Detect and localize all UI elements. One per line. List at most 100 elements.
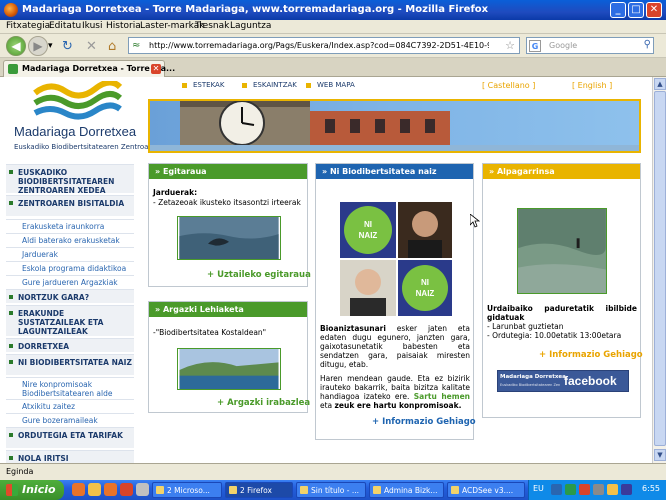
start-label[interactable]: Inicio — [22, 483, 56, 496]
nav-estekak[interactable]: ESTEKAK — [182, 81, 224, 89]
sidebar-item-eskola-programa[interactable]: Eskola programa didaktikoa — [6, 261, 134, 274]
folder-quicklaunch-icon[interactable] — [88, 483, 101, 496]
alpagarrinsa-header: Alpagarrinsa — [483, 164, 640, 179]
alpagarrinsa-line-1: - Larunbat guztietan — [487, 322, 564, 331]
sidebar-item-erakusketa-iraunkorra[interactable]: Erakusketa iraunkorra — [6, 219, 134, 232]
close-button[interactable]: ✕ — [646, 2, 662, 18]
naiz-badge-1[interactable]: NI NAIZ — [340, 202, 396, 258]
sidebar-item-jarduerak[interactable]: Jarduerak — [6, 247, 134, 260]
marsh-photo-image[interactable] — [517, 208, 607, 294]
ni-bold-1: Bioaniztasunari — [320, 324, 386, 333]
tray-icon-5[interactable] — [607, 484, 618, 495]
tray-icon-4[interactable] — [593, 484, 604, 495]
sidebar-item-nortzuk-gara[interactable]: NORTZUK GARA? — [6, 289, 134, 303]
scroll-up-icon[interactable]: ▲ — [654, 78, 666, 90]
mouse-cursor-icon — [470, 214, 480, 228]
tab-madariaga[interactable]: Madariaga Dorretxea - Torre Ma... ✕ — [3, 60, 175, 77]
language-indicator[interactable]: EU — [533, 484, 544, 493]
task-sin-titulo[interactable]: Sin título - ... — [296, 482, 366, 498]
nav-eskaintzak[interactable]: ESKAINTZAK — [242, 81, 297, 89]
spokesperson-photo-2[interactable] — [340, 260, 396, 316]
sartu-hemen-link[interactable]: Sartu hemen — [414, 392, 470, 401]
argazki-irabazlea-link[interactable]: + Argazki irabazlea — [217, 398, 310, 408]
sidebar-item-nola-iritsi[interactable]: NOLA IRITSI — [6, 450, 134, 463]
clock: 6:55 — [642, 484, 660, 493]
nav-estekak-label[interactable]: ESTEKAK — [193, 81, 224, 89]
back-button[interactable]: ◀ — [6, 36, 26, 56]
task-acdsee[interactable]: ACDSee v3.... — [447, 482, 525, 498]
reload-button[interactable]: ↻ — [62, 39, 73, 54]
taskbar: Inicio 2 Microso... 2 Firefox Sin título… — [0, 480, 666, 500]
menu-tresnak[interactable]: Tresnak — [195, 21, 229, 31]
nav-web-mapa[interactable]: WEB MAPA — [306, 81, 355, 89]
sidebar-item-bozeramaileak[interactable]: Gure bozeramaileak — [6, 413, 134, 426]
lang-castellano-link[interactable]: [ Castellano ] — [482, 81, 535, 90]
nav-web-mapa-label[interactable]: WEB MAPA — [317, 81, 355, 89]
sidebar-item-atxikitu[interactable]: Atxikitu zaitez — [6, 399, 134, 412]
menu-ikusi[interactable]: Ikusi — [82, 21, 102, 31]
history-dropdown-icon[interactable]: ▾ — [48, 41, 53, 51]
sidebar-item-ordutegia[interactable]: ORDUTEGIA ETA TARIFAK — [6, 427, 134, 448]
svg-text:NI: NI — [364, 220, 372, 229]
scroll-down-icon[interactable]: ▼ — [654, 449, 666, 461]
search-input[interactable]: Google — [549, 41, 577, 50]
stop-button[interactable]: ✕ — [86, 39, 97, 54]
naiz-badge-2[interactable]: NI NAIZ — [398, 260, 452, 316]
person-photo-icon — [408, 211, 442, 258]
sidebar-item-bisitaldia[interactable]: ZENTROAREN BISITALDIA — [6, 195, 134, 216]
scroll-thumb[interactable] — [654, 91, 666, 446]
tray-icon-1[interactable] — [551, 484, 562, 495]
facebook-banner[interactable]: Madariaga Dorretxea Euskadiko Biodiberts… — [497, 370, 629, 392]
forward-button[interactable]: ▶ — [28, 36, 48, 56]
sidebar-item-erakunde[interactable]: ERAKUNDE SUSTATZAILEAK ETA LAGUNTZAILEAK — [6, 305, 134, 336]
tray-icon-2[interactable] — [565, 484, 576, 495]
sidebar-item-argazkiak[interactable]: Gure jardueren Argazkiak — [6, 275, 134, 288]
ni-text-1: Bioaniztasunari esker jaten eta edaten d… — [320, 324, 470, 369]
desktop-quicklaunch-icon[interactable] — [136, 483, 149, 496]
window-titlebar: Madariaga Dorretxea - Torre Madariaga, w… — [0, 0, 666, 20]
browser-quicklaunch-icon[interactable] — [104, 483, 117, 496]
maximize-button[interactable]: □ — [628, 2, 644, 18]
task-admina[interactable]: Admina Bizk... — [369, 482, 444, 498]
task-firefox[interactable]: 2 Firefox — [225, 482, 293, 498]
menu-editatu[interactable]: Editatu — [49, 21, 81, 31]
page-viewport: Madariaga Dorretxea Euskadiko Biodiberts… — [0, 77, 652, 463]
search-icon[interactable]: ⚲ — [644, 39, 651, 50]
menu-bar: Fitxategia Editatu Ikusi Historia Laster… — [0, 20, 666, 34]
sidebar-item-aldi-baterako[interactable]: Aldi baterako erakusketak — [6, 233, 134, 246]
sidebar-item-xedea[interactable]: EUSKADIKO BIODIBERTSITATEAREN ZENTROAREN… — [6, 164, 134, 195]
tray-icon-6[interactable] — [621, 484, 632, 495]
firefox-quicklaunch-icon[interactable] — [72, 483, 85, 496]
menu-laguntza[interactable]: Laguntza — [230, 21, 271, 31]
sidebar-item-konpromisoak[interactable]: Nire konpromisoak Biodibertsitatearen al… — [6, 377, 134, 398]
uztaileko-egitaraua-link[interactable]: + Uztaileko egitaraua — [207, 270, 311, 280]
coast-photo-image[interactable] — [177, 348, 281, 390]
home-button[interactable]: ⌂ — [108, 39, 116, 54]
ni-informazio-gehiago-link[interactable]: + Informazio Gehiago — [372, 417, 476, 427]
naiz-badge-icon: NI NAIZ — [344, 206, 392, 254]
sidebar-item-ni-biodibertsitatea[interactable]: NI BIODIBERTSITATEA NAIZ — [6, 354, 134, 375]
google-icon[interactable]: G — [529, 40, 541, 52]
minimize-button[interactable]: _ — [610, 2, 626, 18]
whale-photo-image[interactable] — [177, 216, 281, 260]
lang-english-link[interactable]: [ English ] — [572, 81, 612, 90]
menu-historia[interactable]: Historia — [106, 21, 141, 31]
search-bar[interactable]: G Google ⚲ — [526, 37, 654, 54]
svg-text:NAIZ: NAIZ — [359, 231, 378, 240]
task-microsoft[interactable]: 2 Microso... — [152, 482, 222, 498]
tab-close-button[interactable]: ✕ — [151, 64, 161, 74]
url-text[interactable]: http://www.torremadariaga.org/Pags/Euske… — [149, 41, 489, 50]
url-bar[interactable]: ≈ http://www.torremadariaga.org/Pags/Eus… — [128, 37, 520, 54]
tray-icon-3[interactable] — [579, 484, 590, 495]
alpagarrinsa-informazio-gehiago-link[interactable]: + Informazio Gehiago — [539, 350, 643, 360]
vertical-scrollbar[interactable]: ▲ ▼ — [652, 77, 666, 463]
bookmark-star-icon[interactable]: ☆ — [505, 39, 515, 52]
nav-eskaintzak-label[interactable]: ESKAINTZAK — [253, 81, 297, 89]
sidebar-item-dorretxea[interactable]: DORRETXEA — [6, 338, 134, 352]
app-quicklaunch-icon[interactable] — [120, 483, 133, 496]
menu-fitxategia[interactable]: Fitxategia — [6, 21, 50, 31]
spokesperson-photo-1[interactable] — [398, 202, 452, 258]
logo-name[interactable]: Madariaga Dorretxea — [14, 124, 136, 139]
bullet-icon — [242, 82, 247, 88]
start-button[interactable]: Inicio — [0, 480, 64, 500]
